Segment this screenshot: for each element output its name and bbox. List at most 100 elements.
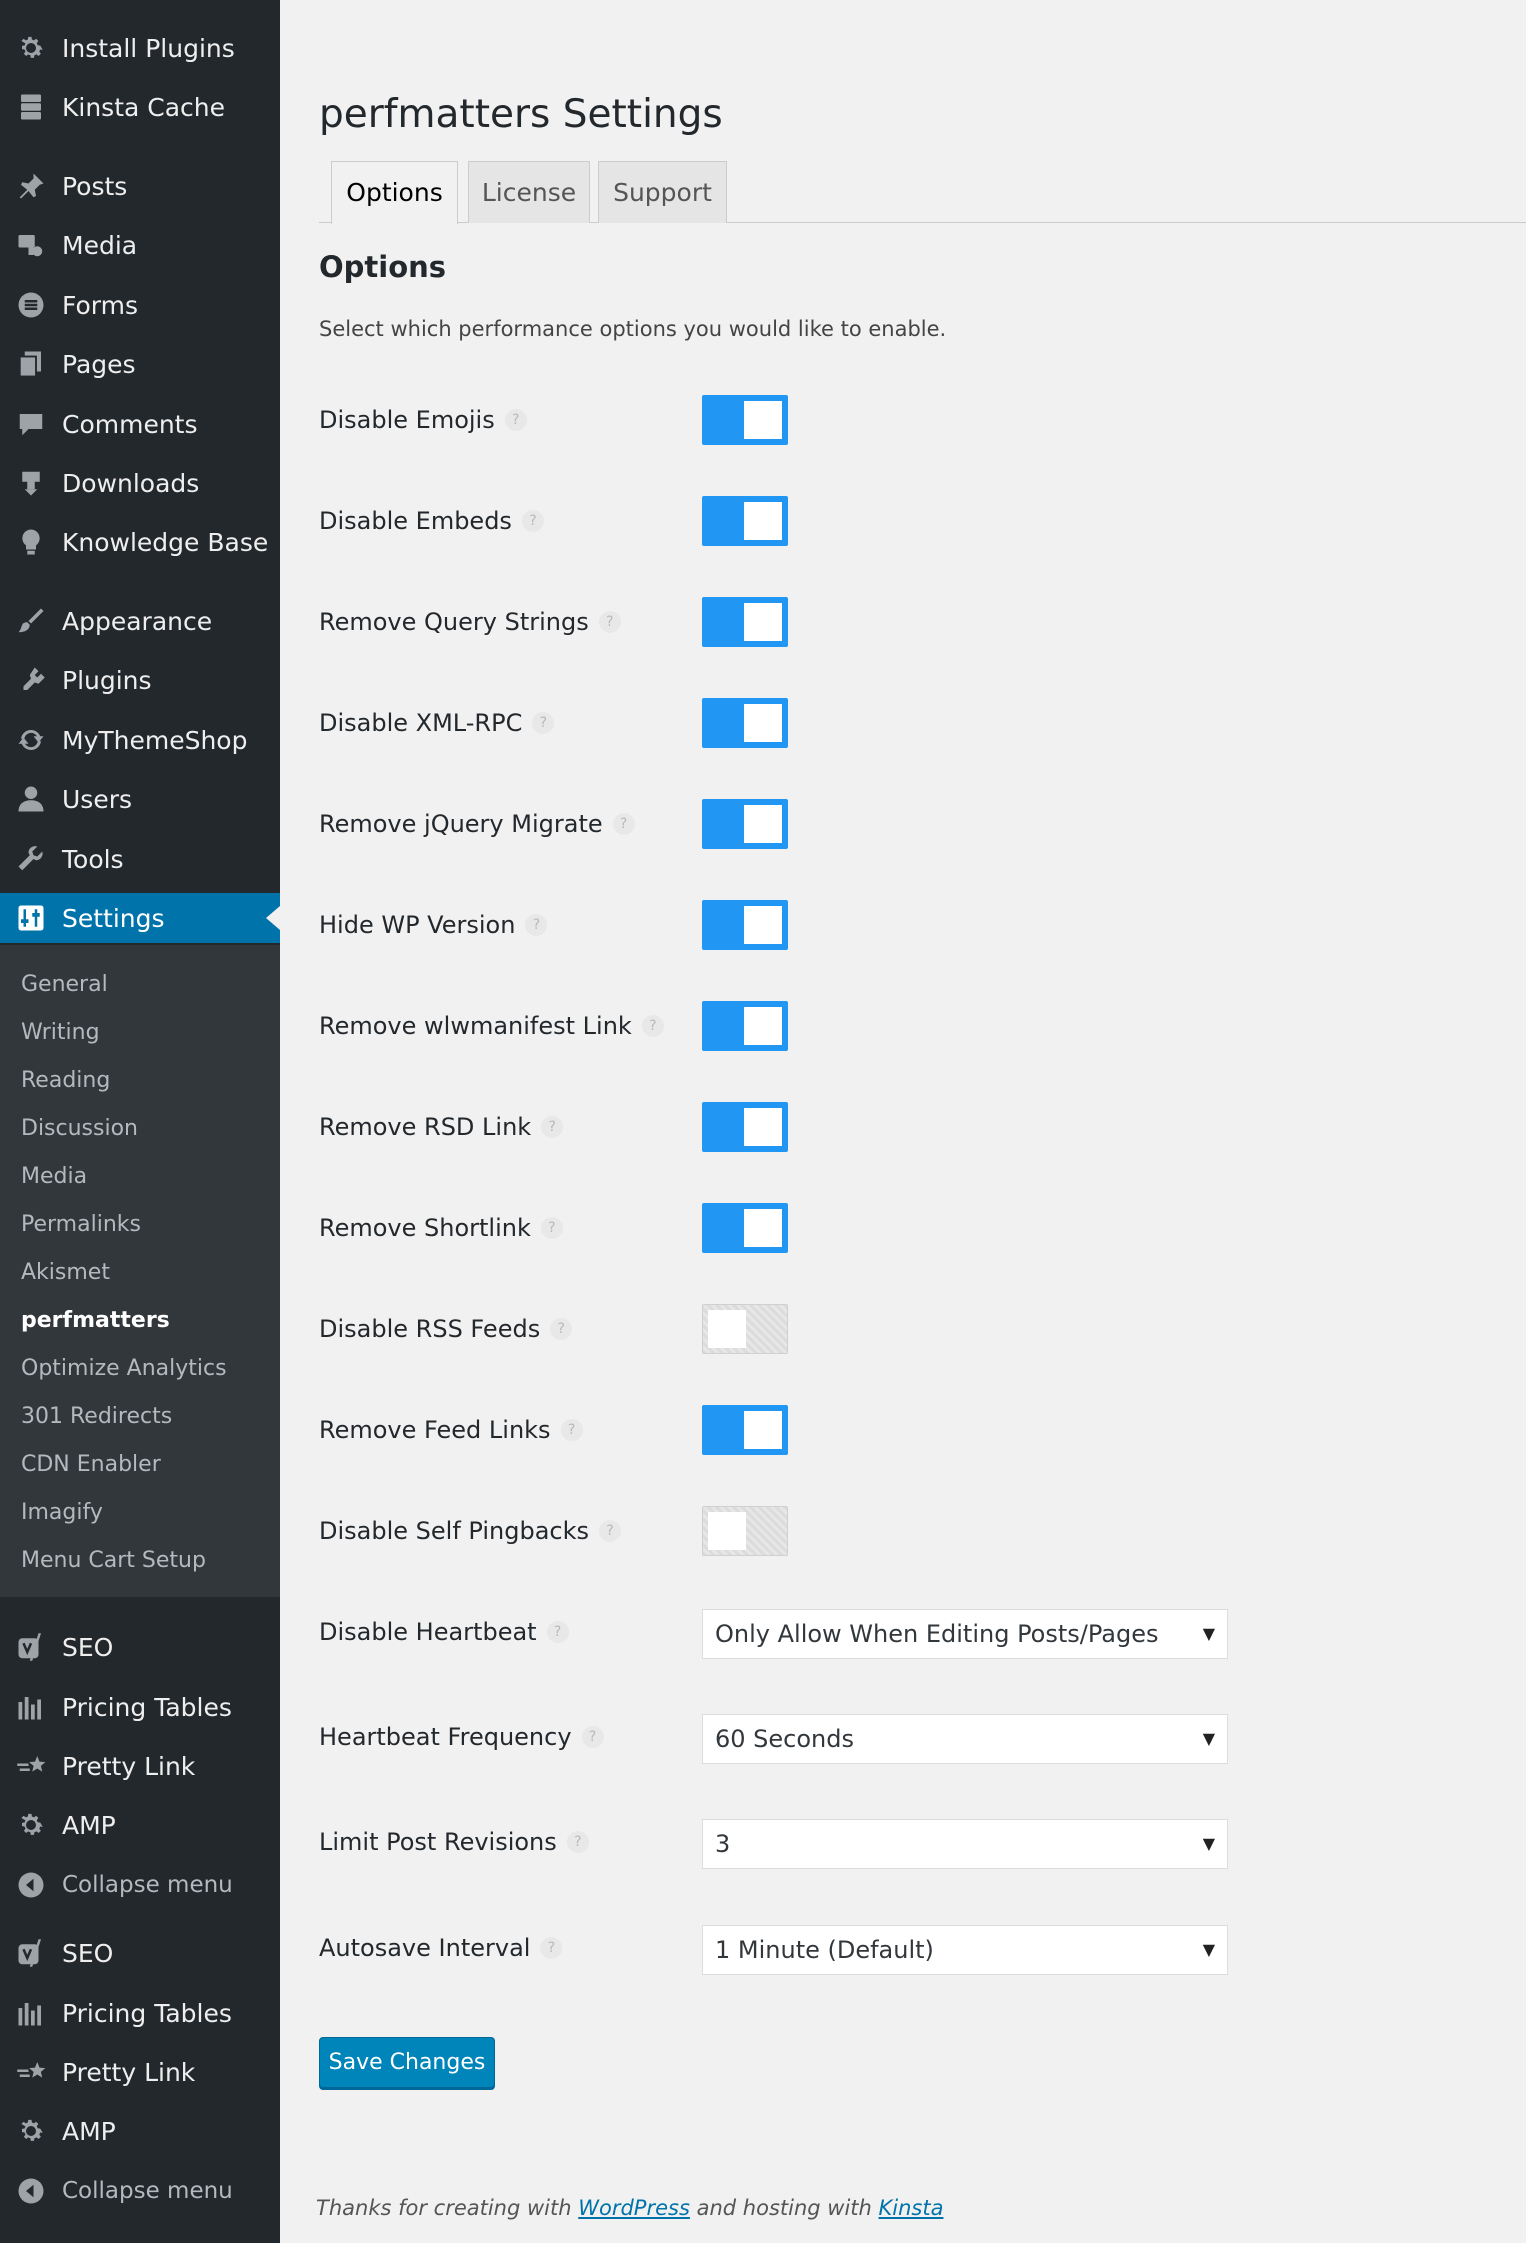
submenu-item-imagify[interactable]: Imagify [21,1493,103,1533]
yoast-icon [14,1936,48,1970]
sidebar-item-install-plugins[interactable]: Install Plugins [0,23,280,73]
sidebar-item-forms[interactable]: Forms [0,280,280,330]
sidebar-item-kinsta-cache[interactable]: Kinsta Cache [0,82,280,132]
submenu-item-optimize-analytics[interactable]: Optimize Analytics [21,1349,227,1389]
help-icon[interactable]: ? [598,611,621,633]
submenu-item-media[interactable]: Media [21,1157,87,1197]
help-icon[interactable]: ? [612,813,635,835]
disable-heartbeat-label: Disable Heartbeat? [319,1607,569,1657]
help-icon[interactable]: ? [546,1621,569,1643]
help-icon[interactable]: ? [560,1419,583,1441]
submenu-item-akismet[interactable]: Akismet [21,1253,110,1293]
sidebar-item-label: AMP [62,1810,116,1840]
sidebar-item-seo[interactable]: SEO [0,1928,280,1978]
help-icon[interactable]: ? [532,712,555,734]
sidebar-item-amp[interactable]: AMP [0,1800,280,1850]
page-title: perfmatters Settings [319,92,723,137]
limit-post-revisions-select[interactable]: 3 ▼ [702,1819,1228,1869]
save-changes-button[interactable]: Save Changes [319,2037,495,2088]
help-icon[interactable]: ? [541,1116,564,1138]
limit-post-revisions-label: Limit Post Revisions? [319,1817,589,1867]
sidebar-item-label: Kinsta Cache [62,92,226,122]
sidebar-item-pretty-link[interactable]: Pretty Link [0,1741,280,1791]
submenu-item-permalinks[interactable]: Permalinks [21,1205,141,1245]
sidebar-item-pretty-link[interactable]: Pretty Link [0,2047,280,2097]
sidebar-item-users[interactable]: Users [0,774,280,824]
disable-self-pingbacks-label: Disable Self Pingbacks? [319,1506,621,1556]
gear-icon [14,31,48,65]
remove-shortlink-label: Remove Shortlink? [319,1203,563,1253]
sidebar-item-label: Pricing Tables [62,1692,232,1722]
option-label-text: Autosave Interval [319,1934,531,1962]
option-label-text: Hide WP Version [319,911,516,939]
submenu-item-menu-cart-setup[interactable]: Menu Cart Setup [21,1541,206,1581]
submenu-item-general[interactable]: General [21,965,108,1005]
toggle-knob [744,401,782,439]
disable-rss-feeds-toggle[interactable] [702,1304,788,1354]
sidebar-item-settings[interactable]: Settings [0,893,280,943]
help-icon[interactable]: ? [550,1318,573,1340]
help-icon[interactable]: ? [581,1726,604,1748]
disable-heartbeat-select[interactable]: Only Allow When Editing Posts/Pages ▼ [702,1609,1228,1659]
sidebar-item-amp[interactable]: AMP [0,2106,280,2156]
remove-jquery-migrate-toggle[interactable] [702,799,788,849]
remove-feed-links-toggle[interactable] [702,1405,788,1455]
option-label-text: Disable XML-RPC [319,709,523,737]
help-icon[interactable]: ? [641,1015,664,1037]
heartbeat-frequency-select[interactable]: 60 Seconds ▼ [702,1714,1228,1764]
toggle-knob [744,603,782,641]
tab-support[interactable]: Support [598,161,727,223]
disable-embeds-toggle[interactable] [702,496,788,546]
tab-options[interactable]: Options [331,161,458,224]
disable-xml-rpc-toggle[interactable] [702,698,788,748]
remove-query-strings-toggle[interactable] [702,597,788,647]
help-icon[interactable]: ? [504,409,527,431]
sidebar-item-downloads[interactable]: Downloads [0,458,280,508]
collapse-arrow-icon [14,1868,48,1902]
help-icon[interactable]: ? [521,510,544,532]
sidebar-item-tools[interactable]: Tools [0,834,280,884]
wordpress-link[interactable]: WordPress [578,2196,690,2220]
submenu-item-cdn-enabler[interactable]: CDN Enabler [21,1445,161,1485]
submenu-item-301-redirects[interactable]: 301 Redirects [21,1397,172,1437]
disable-self-pingbacks-toggle[interactable] [702,1506,788,1556]
toggle-knob [744,1411,782,1449]
autosave-interval-select[interactable]: 1 Minute (Default) ▼ [702,1925,1228,1975]
pages-icon [14,347,48,381]
sidebar-item-appearance[interactable]: Appearance [0,596,280,646]
sidebar-item-comments[interactable]: Comments [0,399,280,449]
kinsta-link[interactable]: Kinsta [879,2196,944,2220]
disable-xml-rpc-label: Disable XML-RPC? [319,698,555,748]
sidebar-item-knowledge-base[interactable]: Knowledge Base [0,517,280,567]
sidebar-item-plugins[interactable]: Plugins [0,655,280,705]
toggle-knob [744,805,782,843]
submenu-item-reading[interactable]: Reading [21,1061,110,1101]
sidebar-item-seo[interactable]: SEO [0,1622,280,1672]
help-icon[interactable]: ? [525,914,548,936]
sidebar-item-mythemeshop[interactable]: MyThemeShop [0,715,280,765]
tab-license[interactable]: License [468,161,590,223]
sidebar-item-pricing-tables[interactable]: Pricing Tables [0,1682,280,1732]
sidebar-item-media[interactable]: Media [0,220,280,270]
help-icon[interactable]: ? [540,1937,563,1959]
sidebar-item-pages[interactable]: Pages [0,339,280,389]
media-icon [14,228,48,262]
autosave-interval-label: Autosave Interval? [319,1923,563,1973]
sidebar-item-pricing-tables[interactable]: Pricing Tables [0,1988,280,2038]
sidebar-item-label: Appearance [62,606,213,636]
remove-shortlink-toggle[interactable] [702,1203,788,1253]
remove-rsd-link-toggle[interactable] [702,1102,788,1152]
option-label-text: Remove Query Strings [319,608,589,636]
disable-emojis-toggle[interactable] [702,395,788,445]
help-icon[interactable]: ? [540,1217,563,1239]
hide-wp-version-toggle[interactable] [702,900,788,950]
help-icon[interactable]: ? [599,1520,621,1542]
help-icon[interactable]: ? [566,1831,589,1853]
sidebar-item-collapse-menu[interactable]: Collapse menu [0,2166,280,2216]
submenu-item-writing[interactable]: Writing [21,1013,100,1053]
sidebar-item-posts[interactable]: Posts [0,161,280,211]
sidebar-item-collapse-menu[interactable]: Collapse menu [0,1860,280,1910]
submenu-item-discussion[interactable]: Discussion [21,1109,138,1149]
remove-wlwmanifest-link-toggle[interactable] [702,1001,788,1051]
submenu-item-perfmatters[interactable]: perfmatters [21,1301,170,1341]
